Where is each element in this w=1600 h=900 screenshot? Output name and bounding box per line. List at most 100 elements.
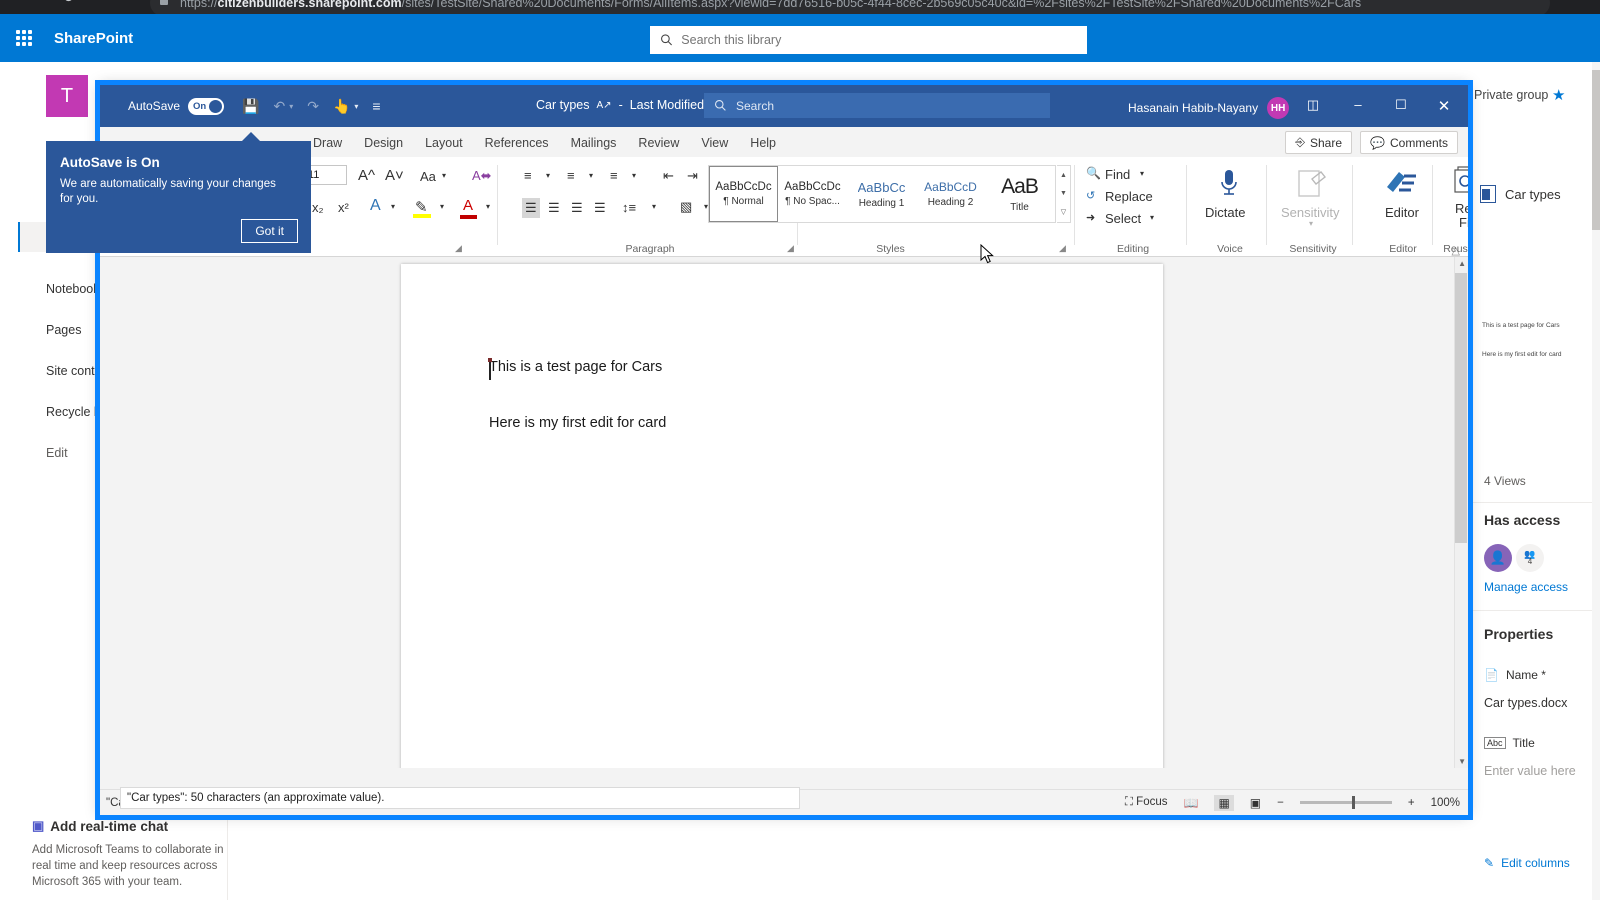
reuse-files-icon[interactable] [1452,166,1468,196]
tab-mailings[interactable]: Mailings [560,131,628,157]
touch-dropdown-icon[interactable]: ▾ [354,102,358,111]
property-title-value[interactable]: Enter value here [1484,764,1576,778]
tab-layout[interactable]: Layout [414,131,474,157]
tab-view[interactable]: View [690,131,739,157]
reload-icon[interactable]: ↻ [62,0,75,6]
page-scrollbar-thumb[interactable] [1592,70,1600,230]
chevron-down-icon[interactable]: ▾ [440,202,444,211]
align-right-icon[interactable]: ☰ [571,200,583,216]
follow-star-icon[interactable]: ★ [1552,86,1565,104]
clear-formatting-icon[interactable]: A⬌ [472,168,492,184]
forward-icon[interactable]: › [36,0,41,5]
editor-pen-icon[interactable] [1385,167,1419,197]
style-item-no-spacing[interactable]: AaBbCcDc ¶ No Spac... [778,166,847,222]
customize-qat-icon[interactable]: ≡ [372,98,380,114]
maximize-button[interactable]: ☐ [1390,97,1412,113]
align-left-icon[interactable]: ☰ [522,198,540,218]
font-color-icon[interactable]: A [463,197,473,214]
styles-dialog-launcher-icon[interactable]: ◢ [1059,243,1066,254]
replace-label[interactable]: Replace [1105,189,1153,204]
access-avatars[interactable]: 👤 👥 4 [1484,544,1544,572]
zoom-slider-knob[interactable] [1352,796,1355,809]
chevron-down-icon[interactable]: ▼ [1458,757,1466,766]
decrease-indent-icon[interactable]: ⇤ [663,168,674,184]
undo-icon[interactable]: ↶ [273,98,285,115]
chevron-down-icon[interactable]: ▾ [632,171,636,180]
document-scrollbar-thumb[interactable] [1455,273,1467,543]
zoom-slider[interactable] [1300,801,1392,804]
document-line-2[interactable]: Here is my first edit for card [489,415,666,431]
subscript-icon[interactable]: x₂ [312,200,324,215]
shrink-font-icon[interactable]: A˅ [385,167,404,184]
superscript-icon[interactable]: x² [338,200,349,215]
change-case-icon[interactable]: Aa [420,169,436,184]
chevron-up-icon[interactable]: ▲ [1458,259,1466,268]
microphone-icon[interactable] [1218,169,1240,199]
align-center-icon[interactable]: ☰ [548,200,560,216]
manage-access-link[interactable]: Manage access [1484,580,1568,594]
zoom-out-button[interactable]: − [1277,797,1284,809]
numbered-list-icon[interactable]: ≡ [567,168,575,183]
autosave-toggle[interactable]: On [188,98,224,115]
sidebar-item-notebook[interactable]: Notebook [46,282,100,296]
address-bar[interactable]: https://citizenbuilders.sharepoint.com/s… [150,0,1550,14]
account-chip[interactable]: Hasanain Habib-Nayany HH [1128,97,1289,119]
shading-icon[interactable]: ▧ [680,199,692,215]
word-search-box[interactable]: Search [704,93,1050,118]
multilevel-list-icon[interactable]: ≡ [610,168,618,183]
grow-font-icon[interactable]: A^ [358,167,375,184]
document-page[interactable]: This is a test page for Cars Here is my … [401,264,1163,768]
chevron-down-icon[interactable]: ▾ [442,171,446,180]
collapse-ribbon-icon[interactable]: △ [1452,244,1460,257]
search-icon[interactable]: 🔍 [1086,166,1101,180]
sidebar-item-edit[interactable]: Edit [46,446,68,460]
save-icon[interactable]: 💾 [242,98,259,115]
library-search-box[interactable] [650,26,1087,54]
zoom-in-button[interactable]: + [1408,797,1415,809]
document-line-1[interactable]: This is a test page for Cars [489,359,662,375]
minimize-button[interactable]: – [1347,97,1369,112]
got-it-button[interactable]: Got it [241,219,298,243]
style-item-heading-1[interactable]: AaBbCс Heading 1 [847,166,916,222]
sensitivity-icon[interactable] [1296,167,1330,199]
replace-icon[interactable]: ↺ [1086,189,1095,202]
redo-icon[interactable]: ↷ [307,98,319,115]
touch-mode-icon[interactable]: 👆 [333,98,350,115]
library-file-row[interactable]: Car types [1480,185,1561,203]
comments-button[interactable]: 💬 Comments [1360,131,1458,154]
focus-mode-button[interactable]: ⛶ Focus [1125,796,1168,809]
undo-dropdown-icon[interactable]: ▾ [289,102,293,111]
app-launcher-waffle-icon[interactable] [0,14,48,62]
tab-design[interactable]: Design [353,131,414,157]
style-item-heading-2[interactable]: AaBbCcD Heading 2 [916,166,985,222]
style-item-normal[interactable]: AaBbCcDc ¶ Normal [709,166,778,222]
zoom-level-label[interactable]: 100% [1431,797,1460,809]
editor-label[interactable]: Editor [1385,205,1419,220]
increase-indent-icon[interactable]: ⇥ [687,168,698,184]
edit-columns-link[interactable]: ✎ Edit columns [1484,856,1570,870]
chevron-down-icon[interactable]: ▾ [652,202,656,211]
tab-help[interactable]: Help [739,131,787,157]
justify-icon[interactable]: ☰ [594,200,606,216]
chevron-down-icon[interactable]: ▼ [1060,190,1067,197]
styles-more-icon[interactable]: ▽ [1061,208,1066,216]
style-item-title[interactable]: AaB Title [985,166,1054,222]
back-icon[interactable]: ‹ [10,0,15,5]
ribbon-display-options-icon[interactable]: ◫ [1302,97,1324,113]
document-canvas[interactable]: This is a test page for Cars Here is my … [100,257,1468,768]
text-effects-icon[interactable]: A [370,197,381,215]
tab-references[interactable]: References [474,131,560,157]
chevron-down-icon[interactable]: ▾ [391,202,395,211]
close-button[interactable]: ✕ [1433,97,1455,115]
web-layout-icon[interactable]: ▣ [1250,796,1261,810]
font-dialog-launcher-icon[interactable]: ◢ [455,243,462,254]
styles-gallery-scroll[interactable]: ▲ ▼ ▽ [1057,165,1071,223]
sharepoint-brand[interactable]: SharePoint [54,30,133,47]
bullet-list-icon[interactable]: ≡ [524,168,532,183]
chevron-down-icon[interactable]: ▾ [486,202,490,211]
print-layout-icon[interactable]: ▦ [1214,795,1233,811]
property-name-value[interactable]: Car types.docx [1484,696,1567,710]
chevron-up-icon[interactable]: ▲ [1060,172,1067,179]
reuse-label-line2[interactable]: Files [1459,215,1468,230]
styles-gallery[interactable]: AaBbCcDc ¶ Normal AaBbCcDc ¶ No Spac... … [708,165,1056,223]
